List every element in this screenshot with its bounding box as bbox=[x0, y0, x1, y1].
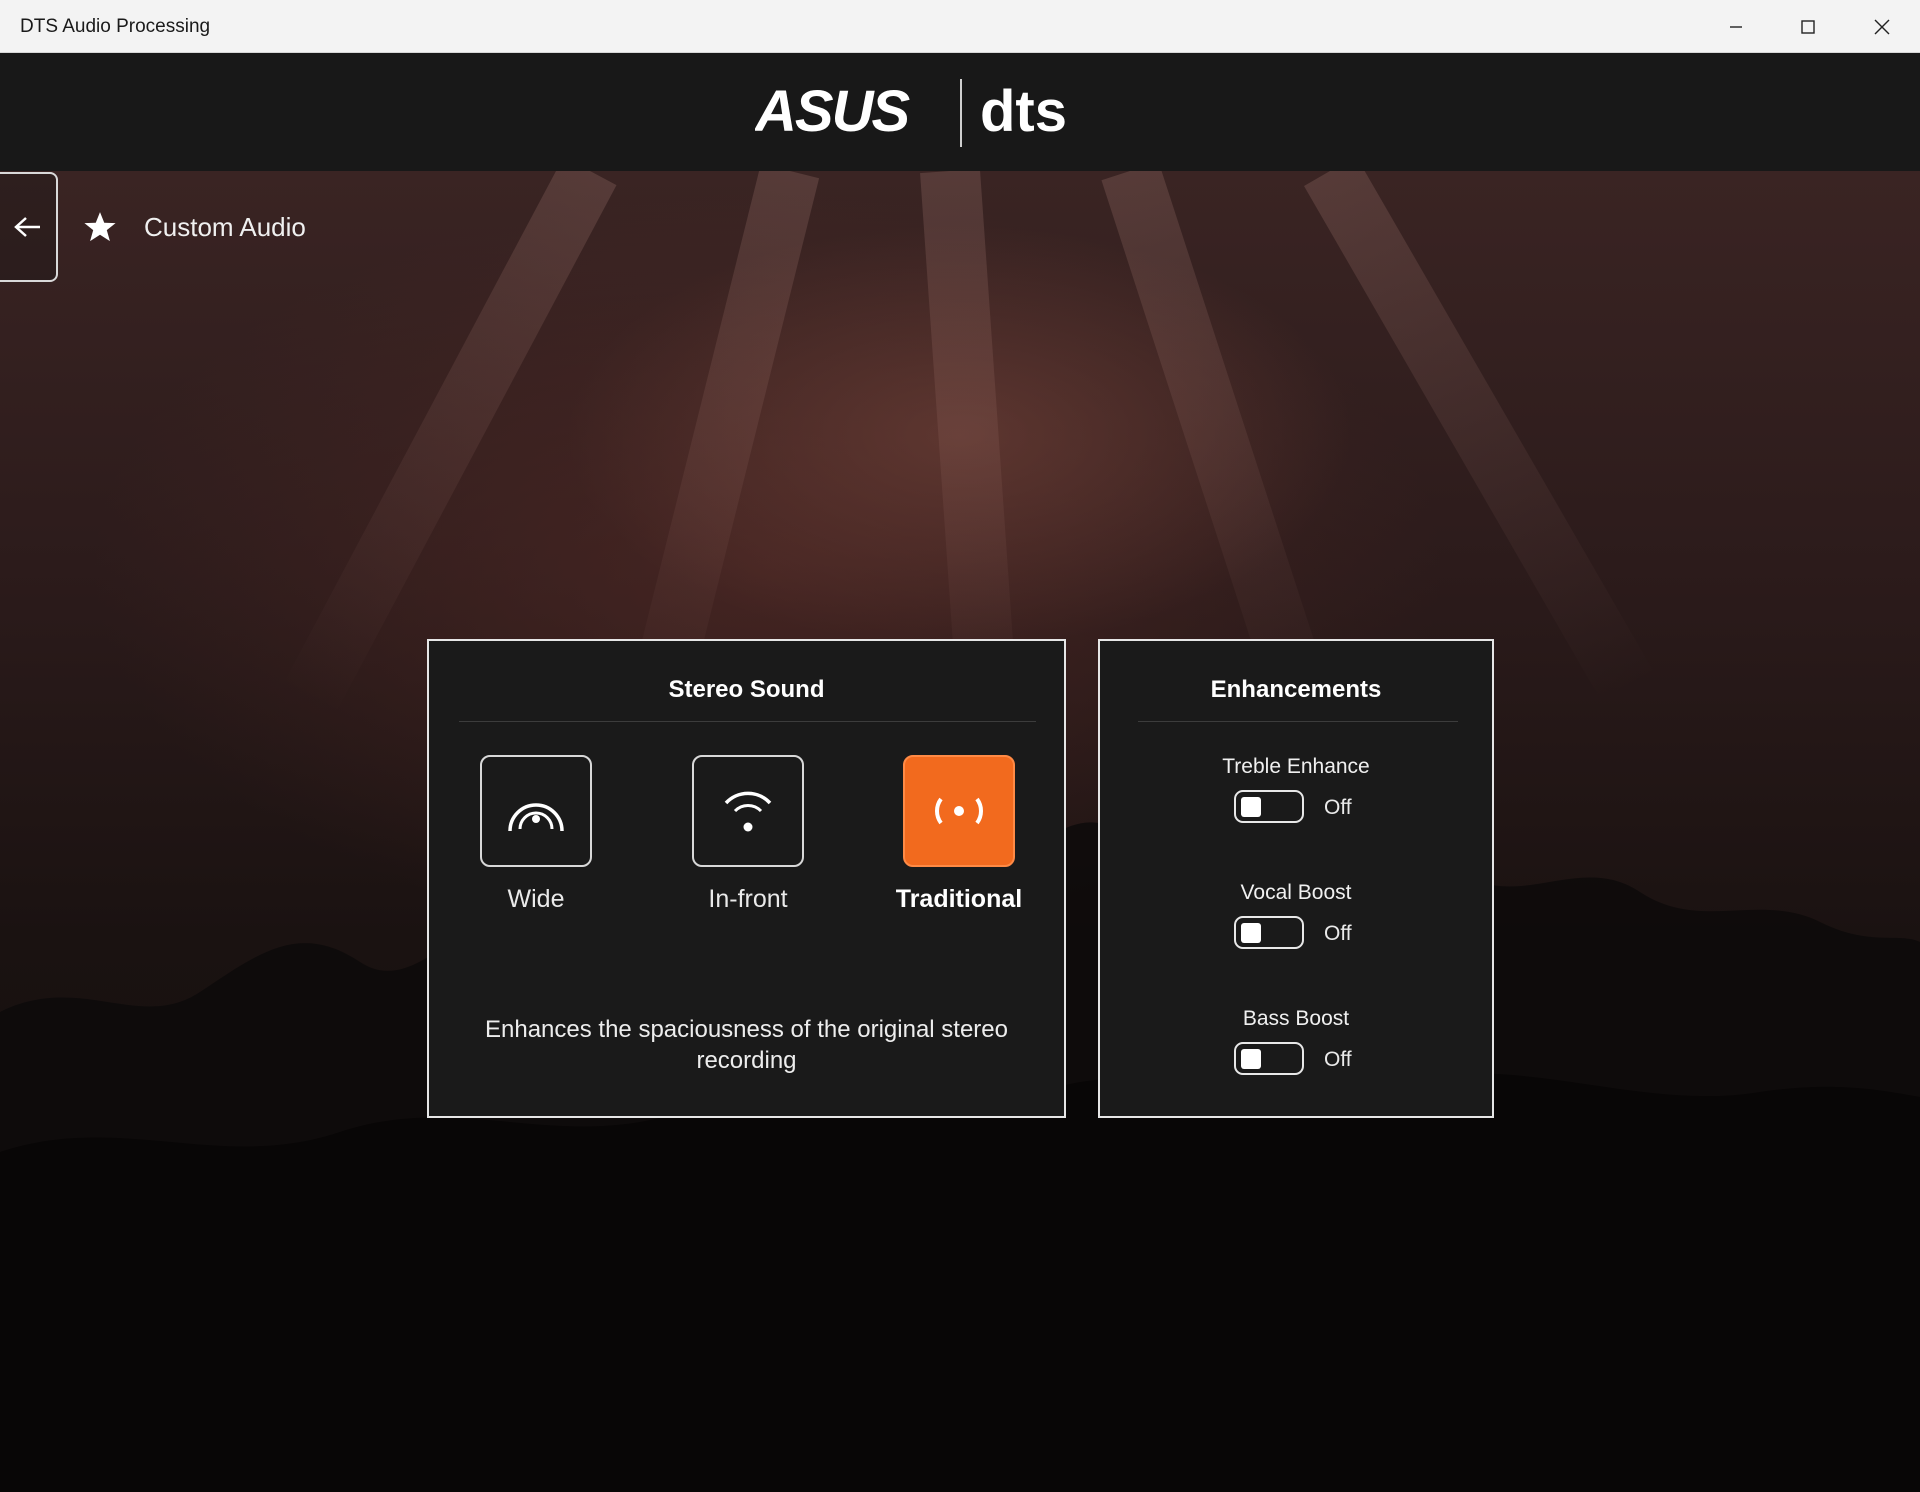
mode-in-front[interactable]: In-front bbox=[692, 755, 804, 913]
svg-text:ASUS: ASUS bbox=[755, 79, 910, 144]
maximize-button[interactable] bbox=[1772, 0, 1844, 53]
in-front-icon bbox=[724, 791, 772, 832]
vocal-boost-toggle[interactable] bbox=[1234, 916, 1304, 949]
wide-arc-icon bbox=[508, 803, 564, 832]
back-button[interactable] bbox=[0, 172, 58, 282]
mode-traditional[interactable]: Traditional bbox=[896, 755, 1022, 913]
bass-boost-row: Bass Boost Off bbox=[1100, 1007, 1492, 1107]
asus-dts-logo: ASUS dts bbox=[755, 79, 1067, 147]
treble-enhance-toggle[interactable] bbox=[1234, 790, 1304, 823]
minimize-button[interactable] bbox=[1700, 0, 1772, 53]
star-icon bbox=[84, 212, 116, 242]
mode-in-front-label: In-front bbox=[708, 885, 788, 913]
enhancements-panel: Enhancements Treble Enhance Off Vocal Bo… bbox=[1098, 639, 1494, 1118]
divider bbox=[1138, 721, 1458, 722]
vocal-boost-state: Off bbox=[1324, 922, 1352, 945]
treble-enhance-state: Off bbox=[1324, 796, 1352, 819]
vocal-boost-row: Vocal Boost Off bbox=[1100, 881, 1492, 981]
mode-in-front-tile[interactable] bbox=[692, 755, 804, 867]
vocal-boost-label: Vocal Boost bbox=[1240, 881, 1352, 904]
mode-description: Enhances the spaciousness of the origina… bbox=[485, 1016, 1008, 1074]
enhancements-title: Enhancements bbox=[1210, 676, 1382, 703]
svg-text:dts: dts bbox=[980, 79, 1067, 144]
bass-boost-toggle[interactable] bbox=[1234, 1042, 1304, 1075]
stereo-sound-panel: Stereo Sound Wide In-front Traditional E… bbox=[427, 639, 1066, 1118]
mode-wide-tile[interactable] bbox=[480, 755, 592, 867]
mode-wide[interactable]: Wide bbox=[480, 755, 592, 913]
mode-traditional-tile[interactable] bbox=[903, 755, 1015, 867]
minimize-icon bbox=[1730, 25, 1742, 28]
close-button[interactable] bbox=[1846, 0, 1918, 53]
mode-wide-label: Wide bbox=[507, 885, 565, 913]
divider bbox=[459, 721, 1036, 722]
treble-enhance-label: Treble Enhance bbox=[1222, 755, 1370, 778]
page-title: Custom Audio bbox=[144, 212, 306, 242]
window-title: DTS Audio Processing bbox=[20, 16, 211, 37]
bass-boost-state: Off bbox=[1324, 1048, 1352, 1071]
stereo-sound-title: Stereo Sound bbox=[668, 676, 825, 703]
brand-header: ASUS dts bbox=[0, 53, 1920, 171]
mode-traditional-label: Traditional bbox=[895, 885, 1023, 913]
traditional-icon bbox=[935, 797, 983, 825]
bass-boost-label: Bass Boost bbox=[1242, 1007, 1350, 1030]
maximize-icon bbox=[1801, 19, 1815, 34]
arrow-left-icon bbox=[14, 217, 40, 237]
close-icon bbox=[1874, 19, 1890, 34]
window-titlebar: DTS Audio Processing bbox=[0, 0, 1920, 53]
treble-enhance-row: Treble Enhance Off bbox=[1100, 755, 1492, 855]
